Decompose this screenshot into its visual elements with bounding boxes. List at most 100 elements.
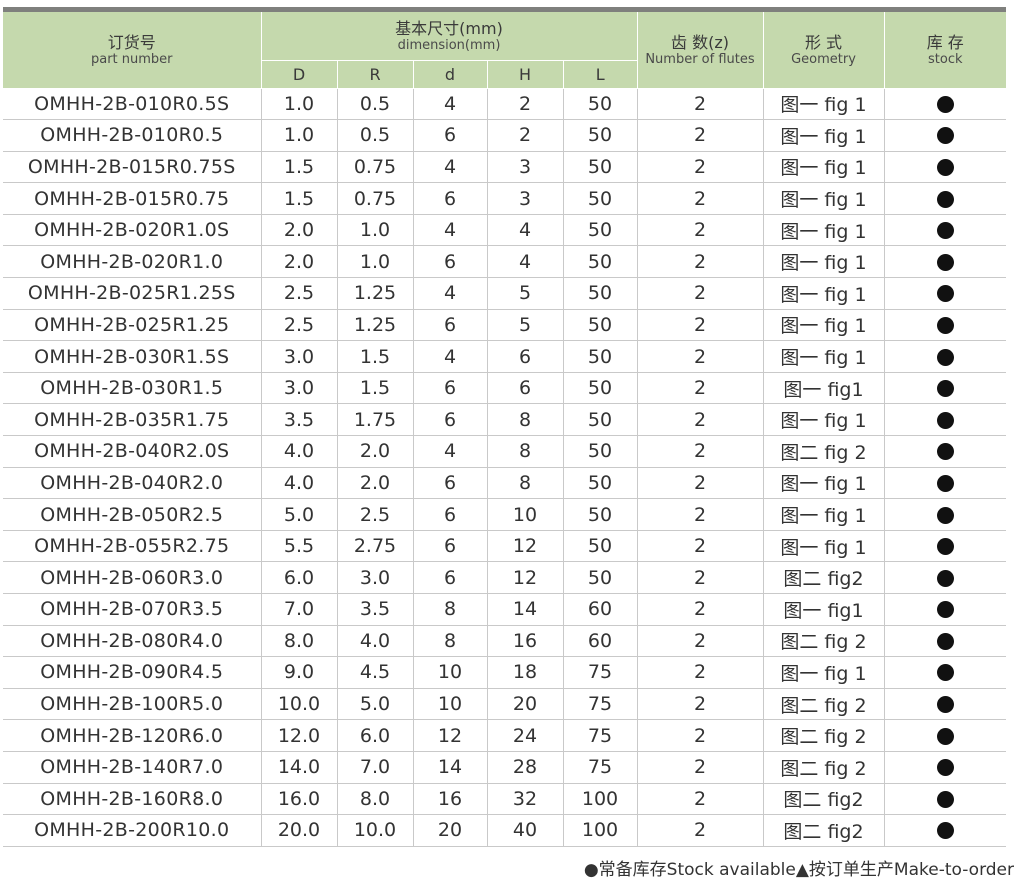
- stock-available-icon: [936, 696, 954, 714]
- length-l-cell: 100: [563, 814, 638, 847]
- length-l-cell: 50: [563, 498, 638, 531]
- stock-available-icon: [936, 790, 954, 808]
- length-h-cell: 5: [487, 277, 564, 310]
- flutes-cell: 2: [637, 719, 764, 752]
- stock-available-icon: [936, 727, 954, 745]
- shank-cell: 8: [413, 625, 488, 658]
- part-number-cell: OMHH-2B-050R2.5: [3, 498, 262, 531]
- length-l-cell: 50: [563, 467, 638, 500]
- geometry-cell: 图一 fig 1: [763, 309, 885, 342]
- part-number-cell: OMHH-2B-060R3.0: [3, 561, 262, 594]
- stock-available-icon: [936, 316, 954, 334]
- stock-cell: [884, 119, 1006, 152]
- length-h-cell: 24: [487, 719, 564, 752]
- stock-cell: [884, 719, 1006, 752]
- stock-available-icon: [936, 759, 954, 777]
- flutes-cell: 2: [637, 182, 764, 215]
- stock-cell: [884, 593, 1006, 626]
- length-h-cell: 4: [487, 245, 564, 279]
- length-h-cell: 28: [487, 751, 564, 784]
- length-l-cell: 50: [563, 88, 638, 121]
- stock-cell: [884, 151, 1006, 184]
- length-h-cell: 16: [487, 625, 564, 658]
- part-number-cell: OMHH-2B-040R2.0S: [3, 435, 262, 468]
- diameter-cell: 12.0: [261, 719, 338, 752]
- stock-available-icon: [936, 380, 954, 398]
- length-l-cell: 50: [563, 561, 638, 594]
- table-row: OMHH-2B-140R7.0 14.0 7.0 14 28 75 2 图二 fig 2: [3, 751, 1006, 784]
- flutes-header-zh: 齿 数(z): [671, 32, 729, 52]
- flutes-cell: 2: [637, 530, 764, 563]
- table-row: OMHH-2B-200R10.0 20.0 10.0 20 40 100 2 图二 fig2: [3, 814, 1006, 847]
- stock-available-icon: [936, 506, 954, 524]
- flutes-cell: 2: [637, 372, 764, 405]
- geometry-cell: 图一 fig 1: [763, 498, 885, 531]
- length-h-cell: 6: [487, 340, 564, 373]
- stock-cell: [884, 656, 1006, 689]
- length-l-cell: 50: [563, 277, 638, 310]
- part-number-cell: OMHH-2B-100R5.0: [3, 688, 262, 721]
- shank-cell: 6: [413, 467, 488, 500]
- shank-cell: 6: [413, 309, 488, 342]
- shank-cell: 10: [413, 656, 488, 689]
- part-number-cell: OMHH-2B-120R6.0: [3, 719, 262, 752]
- table-row: OMHH-2B-070R3.5 7.0 3.5 8 14 60 2 图一 fig1: [3, 593, 1006, 626]
- diameter-cell: 9.0: [261, 656, 338, 689]
- diameter-cell: 3.0: [261, 372, 338, 405]
- flutes-cell: 2: [637, 88, 764, 121]
- shank-cell: 4: [413, 340, 488, 373]
- shank-cell: 6: [413, 119, 488, 152]
- flutes-cell: 2: [637, 435, 764, 468]
- part-number-cell: OMHH-2B-015R0.75: [3, 182, 262, 215]
- part-number-cell: OMHH-2B-160R8.0: [3, 783, 262, 816]
- diameter-cell: 1.5: [261, 182, 338, 215]
- diameter-cell: 1.5: [261, 151, 338, 184]
- flutes-header: 齿 数(z) Number of flutes: [637, 12, 764, 89]
- part-number-cell: OMHH-2B-200R10.0: [3, 814, 262, 847]
- stock-cell: [884, 783, 1006, 816]
- radius-cell: 2.0: [337, 467, 414, 500]
- geometry-cell: 图一 fig 1: [763, 656, 885, 689]
- geometry-cell: 图二 fig 2: [763, 435, 885, 468]
- flutes-cell: 2: [637, 151, 764, 184]
- length-l-cell: 50: [563, 151, 638, 184]
- length-l-cell: 50: [563, 435, 638, 468]
- length-l-cell: 100: [563, 783, 638, 816]
- geometry-cell: 图一 fig 1: [763, 245, 885, 279]
- length-h-cell: 8: [487, 467, 564, 500]
- part-number-cell: OMHH-2B-070R3.5: [3, 593, 262, 626]
- table-row: OMHH-2B-030R1.5 3.0 1.5 6 6 50 2 图一 fig1: [3, 372, 1006, 405]
- flutes-cell: 2: [637, 688, 764, 721]
- shank-cell: 14: [413, 751, 488, 784]
- radius-cell: 2.75: [337, 530, 414, 563]
- part-number-cell: OMHH-2B-080R4.0: [3, 625, 262, 658]
- length-l-cell: 75: [563, 751, 638, 784]
- radius-cell: 8.0: [337, 783, 414, 816]
- stock-cell: [884, 372, 1006, 405]
- product-table: 订货号 part number 基本尺寸(mm) dimension(mm) 齿…: [3, 12, 1006, 847]
- diameter-cell: 16.0: [261, 783, 338, 816]
- diameter-cell: 2.5: [261, 309, 338, 342]
- diameter-cell: 3.0: [261, 340, 338, 373]
- geometry-cell: 图一 fig1: [763, 372, 885, 405]
- stock-available-icon: [936, 158, 954, 176]
- table-row: OMHH-2B-035R1.75 3.5 1.75 6 8 50 2 图一 fig 1: [3, 403, 1006, 437]
- part-number-cell: OMHH-2B-020R1.0: [3, 245, 262, 279]
- diameter-cell: 2.0: [261, 245, 338, 279]
- shank-cell: 4: [413, 151, 488, 184]
- part-number-header-zh: 订货号: [107, 32, 156, 52]
- stock-available-icon: [936, 632, 954, 650]
- dim-col-L: L: [563, 60, 637, 89]
- geometry-cell: 图一 fig 1: [763, 119, 885, 152]
- radius-cell: 7.0: [337, 751, 414, 784]
- stock-header: 库 存 stock: [884, 12, 1006, 89]
- stock-cell: [884, 435, 1006, 468]
- stock-cell: [884, 498, 1006, 531]
- diameter-cell: 1.0: [261, 88, 338, 121]
- geometry-cell: 图一 fig 1: [763, 182, 885, 215]
- radius-cell: 4.0: [337, 625, 414, 658]
- stock-available-icon: [936, 348, 954, 366]
- radius-cell: 1.0: [337, 245, 414, 279]
- diameter-cell: 10.0: [261, 688, 338, 721]
- radius-cell: 0.75: [337, 182, 414, 215]
